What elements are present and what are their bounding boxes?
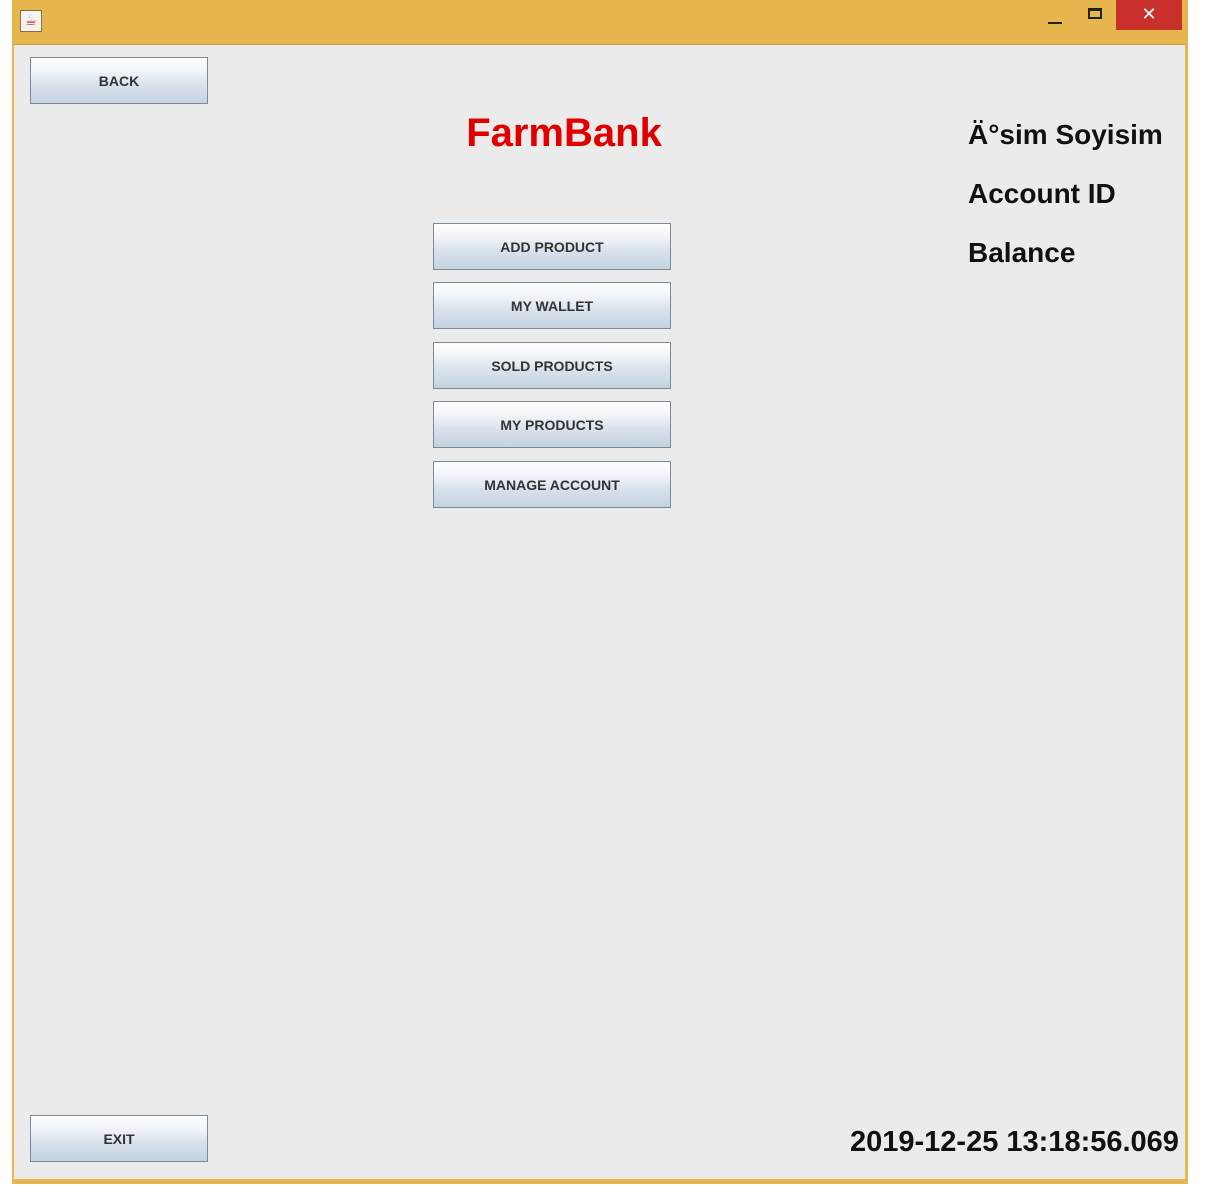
exit-button[interactable]: EXIT <box>30 1115 208 1162</box>
close-button[interactable]: ✕ <box>1116 0 1182 30</box>
my-wallet-button[interactable]: MY WALLET <box>433 282 671 329</box>
manage-account-button[interactable]: MANAGE ACCOUNT <box>433 461 671 508</box>
my-products-button[interactable]: MY PRODUCTS <box>433 401 671 448</box>
minimize-icon <box>1048 22 1062 24</box>
maximize-icon <box>1088 8 1102 19</box>
add-product-button[interactable]: ADD PRODUCT <box>433 223 671 270</box>
app-title: FarmBank <box>466 111 662 155</box>
content-panel: BACK FarmBank ADD PRODUCT MY WALLET SOLD… <box>14 44 1185 1179</box>
clock-timestamp: 2019-12-25 13:18:56.069 <box>850 1126 1179 1158</box>
account-id-label: Account ID <box>968 178 1116 209</box>
minimize-button[interactable] <box>1042 0 1068 30</box>
sold-products-button[interactable]: SOLD PRODUCTS <box>433 342 671 389</box>
close-icon: ✕ <box>1141 4 1157 25</box>
title-bar[interactable]: ☕ ✕ <box>12 0 1188 43</box>
back-button[interactable]: BACK <box>30 57 208 104</box>
app-window: ☕ ✕ BACK FarmBank ADD PRODUCT MY WALLET … <box>12 0 1188 1184</box>
account-name: Ä°sim Soyisim <box>968 119 1163 150</box>
balance-label: Balance <box>968 237 1076 268</box>
java-cup-icon[interactable]: ☕ <box>20 10 42 32</box>
maximize-button[interactable] <box>1082 0 1108 30</box>
